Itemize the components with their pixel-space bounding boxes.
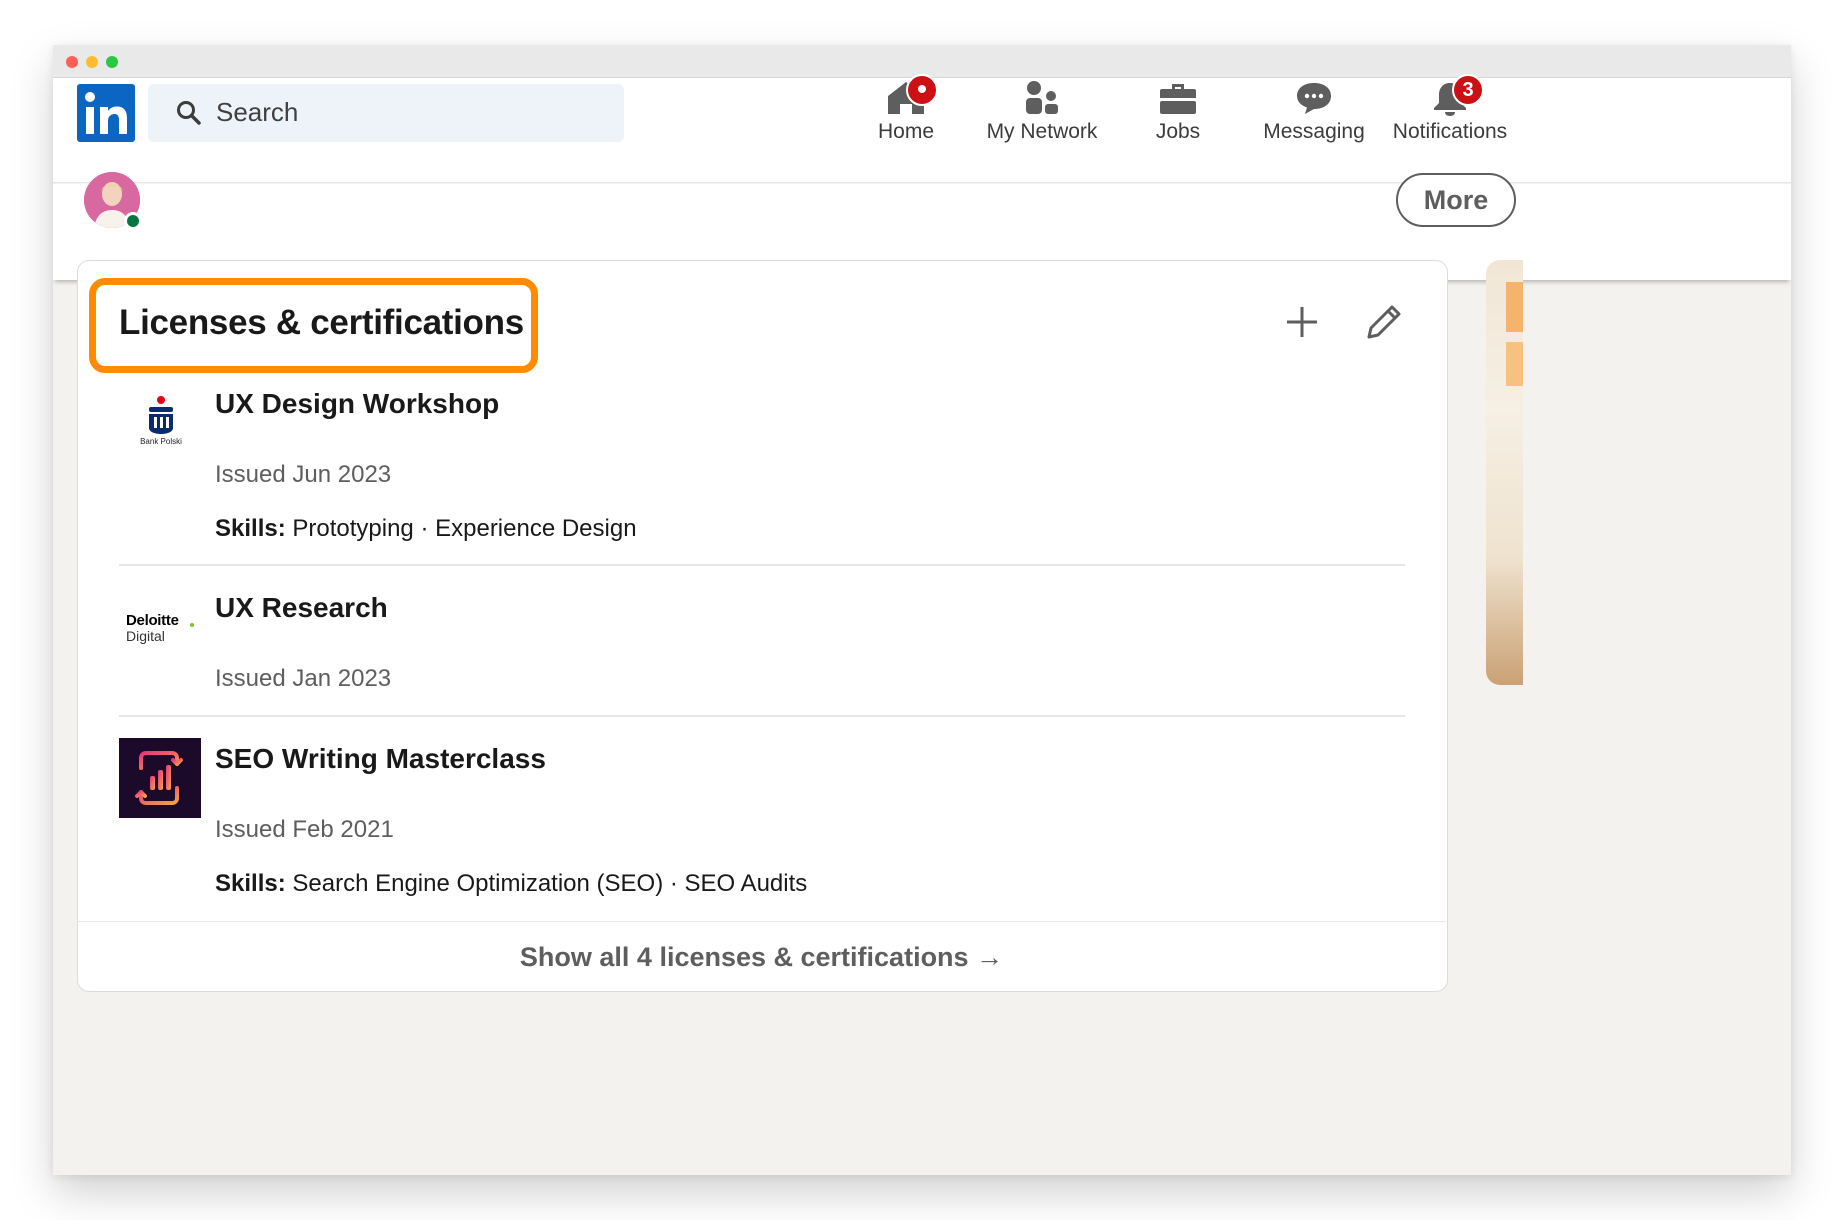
- issuer-logo-seo: [119, 738, 201, 818]
- certification-item[interactable]: SEO Writing Masterclass Issued Feb 2021 …: [119, 738, 1405, 908]
- edit-pencil-icon[interactable]: [1366, 304, 1402, 340]
- certification-issued-date: Issued Jun 2023: [215, 461, 392, 488]
- skills-list: Prototyping · Experience Design: [292, 515, 637, 542]
- nav-my-network-label: My Network: [986, 120, 1098, 143]
- sidebar-promo-card[interactable]: [1486, 260, 1523, 685]
- nav-notifications-label: Notifications: [1392, 120, 1508, 143]
- nav-jobs-label: Jobs: [1155, 120, 1201, 143]
- item-divider: [119, 715, 1405, 717]
- pko-bank-logo-icon: [149, 396, 173, 434]
- certification-item[interactable]: Bank Polski UX Design Workshop Issued Ju…: [119, 388, 1405, 566]
- show-all-certifications-link[interactable]: Show all 4 licenses & certifications →: [77, 921, 1446, 990]
- skills-list: Search Engine Optimization (SEO) · SEO A…: [292, 870, 808, 897]
- linkedin-logo[interactable]: [77, 84, 135, 142]
- certification-item[interactable]: Deloitte Digital UX Research Issued Jan …: [119, 592, 1405, 717]
- online-presence-indicator: [124, 212, 142, 230]
- search-icon: [177, 101, 201, 125]
- chat-icon: [1297, 83, 1331, 114]
- certification-title[interactable]: UX Design Workshop: [215, 388, 499, 420]
- certification-title[interactable]: UX Research: [215, 592, 388, 624]
- nav-my-network[interactable]: My Network: [980, 80, 1104, 144]
- deloitte-logo-dot: [190, 623, 194, 627]
- nav-home-label: Home: [877, 120, 935, 143]
- network-icon: [1026, 81, 1058, 114]
- item-divider: [119, 564, 1405, 566]
- certification-skills: Skills: Search Engine Optimization (SEO)…: [215, 870, 807, 898]
- certification-issued-date: Issued Feb 2021: [215, 816, 394, 843]
- skills-label: Skills:: [215, 870, 286, 897]
- certification-issued-date: Issued Jan 2023: [215, 665, 392, 692]
- issuer-logo-deloitte: Deloitte Digital: [119, 592, 203, 676]
- skills-label: Skills:: [215, 515, 286, 542]
- deloitte-logo-text: Deloitte: [126, 612, 179, 629]
- nav-notifications[interactable]: Notifications: [1386, 80, 1514, 144]
- maximize-window-button[interactable]: [106, 56, 118, 68]
- linkedin-logo-icon: [77, 84, 135, 142]
- home-notification-badge: [906, 74, 938, 106]
- nav-jobs[interactable]: Jobs: [1140, 80, 1216, 144]
- close-window-button[interactable]: [66, 56, 78, 68]
- nav-messaging-label: Messaging: [1263, 120, 1365, 143]
- notifications-count-badge: 3: [1452, 74, 1484, 106]
- certification-title[interactable]: SEO Writing Masterclass: [215, 743, 546, 775]
- minimize-window-button[interactable]: [86, 56, 98, 68]
- certification-skills: Skills: Prototyping · Experience Design: [215, 515, 637, 543]
- pko-logo-text: Bank Polski: [140, 437, 182, 446]
- promo-image-accent-2: [1506, 342, 1523, 386]
- issuer-logo-pko: Bank Polski: [119, 388, 203, 472]
- section-title: Licenses & certifications: [119, 303, 524, 342]
- search-bar[interactable]: Search: [148, 84, 624, 142]
- more-button[interactable]: More: [1396, 173, 1516, 227]
- promo-image-accent: [1506, 282, 1523, 332]
- briefcase-icon: [1160, 84, 1196, 114]
- nav-messaging[interactable]: Messaging: [1256, 80, 1372, 144]
- analytics-chart-icon: [135, 751, 183, 805]
- deloitte-digital-text: Digital: [126, 628, 165, 644]
- search-input[interactable]: Search: [216, 97, 298, 128]
- add-icon[interactable]: [1284, 304, 1320, 340]
- home-badge-dot: [918, 85, 926, 94]
